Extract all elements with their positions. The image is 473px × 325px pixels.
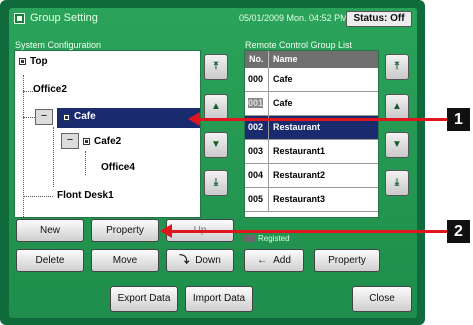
row-no: 005 — [248, 194, 264, 204]
delete-button[interactable]: Delete — [16, 249, 84, 272]
device-frame: Group Setting 05/01/2009 Mon. 04:52 PM S… — [0, 0, 425, 325]
add-button[interactable]: ← Add — [244, 249, 304, 272]
registered-legend: Registed — [258, 234, 290, 243]
tree-item-cafe[interactable]: Cafe — [57, 108, 200, 128]
down-arrow-icon: ⤵ — [179, 255, 190, 266]
tree-item-label: Office2 — [33, 84, 67, 95]
add-button-label: Add — [273, 255, 291, 266]
row-name: Restaurant2 — [273, 170, 326, 180]
export-data-button[interactable]: Export Data — [110, 286, 178, 312]
row-name: Restaurant — [273, 122, 321, 132]
row-name: Cafe — [273, 98, 293, 108]
list-row[interactable]: 004 Restaurant2 — [245, 164, 378, 188]
list-row[interactable]: 001 Cafe — [245, 92, 378, 116]
group-setting-screen: Group Setting 05/01/2009 Mon. 04:52 PM S… — [9, 8, 417, 318]
row-name: Cafe — [273, 74, 293, 84]
column-name-header: Name — [273, 54, 298, 64]
down-button[interactable]: ⤵ Down — [166, 249, 234, 272]
tree-item-office2[interactable]: Office2 — [33, 83, 183, 101]
import-data-button[interactable]: Import Data — [185, 286, 253, 312]
registered-swatch — [244, 235, 256, 242]
remote-control-group-list[interactable]: No. Name 000 Cafe 001 Cafe 002 Restauran… — [244, 50, 379, 218]
collapse-cafe2-button[interactable]: − — [61, 133, 79, 149]
new-button[interactable]: New — [16, 219, 84, 242]
list-scroll-up-button[interactable]: ▲ — [385, 94, 409, 120]
row-name: Restaurant3 — [273, 194, 326, 204]
row-no: 004 — [248, 170, 264, 180]
list-property-button[interactable]: Property — [314, 249, 380, 272]
scroll-up-button[interactable]: ▲ — [204, 94, 228, 120]
tree-item-cafe2[interactable]: Cafe2 — [83, 135, 193, 153]
list-row[interactable]: 005 Restaurant3 — [245, 188, 378, 212]
scroll-down-button[interactable]: ▼ — [204, 132, 228, 158]
tree-item-label: Cafe — [74, 111, 96, 122]
window-title: Group Setting — [30, 12, 98, 24]
callout-2-line — [170, 230, 448, 233]
system-configuration-tree[interactable]: Top Office2 − Cafe − Cafe2 Office4 Flont… — [14, 50, 201, 218]
callout-1-line — [198, 118, 448, 121]
scroll-top-button[interactable]: ⤒ — [204, 54, 228, 80]
datetime: 05/01/2009 Mon. 04:52 PM — [239, 13, 348, 23]
scroll-bottom-button[interactable]: ⤓ — [204, 170, 228, 196]
list-scroll-top-button[interactable]: ⤒ — [385, 54, 409, 80]
remote-control-group-list-label: Remote Control Group List — [245, 40, 353, 50]
folder-node-icon — [63, 114, 70, 121]
list-scroll-down-button[interactable]: ▼ — [385, 132, 409, 158]
tree-item-label: Cafe2 — [94, 136, 122, 147]
list-header: No. Name — [245, 51, 378, 68]
tree-item-label: Office4 — [101, 162, 135, 173]
tree-item-label: Top — [30, 56, 48, 67]
row-no: 000 — [248, 74, 264, 84]
row-no: 002 — [248, 122, 264, 132]
move-button[interactable]: Move — [91, 249, 159, 272]
callout-2-number: 2 — [447, 220, 470, 243]
row-name: Restaurant1 — [273, 146, 326, 156]
list-scroll-bottom-button[interactable]: ⤓ — [385, 170, 409, 196]
row-no: 003 — [248, 146, 264, 156]
title-bar: Group Setting 05/01/2009 Mon. 04:52 PM S… — [9, 8, 417, 30]
folder-node-icon — [19, 58, 26, 65]
list-row[interactable]: 000 Cafe — [245, 68, 378, 92]
window-icon — [14, 13, 25, 24]
tree-item-top[interactable]: Top — [19, 55, 200, 73]
left-arrow-icon: ← — [257, 255, 268, 266]
list-row[interactable]: 003 Restaurant1 — [245, 140, 378, 164]
tree-item-label: Flont Desk1 — [57, 190, 114, 201]
tree-item-flont-desk1[interactable]: Flont Desk1 — [57, 189, 197, 207]
status-badge: Status: Off — [346, 11, 412, 27]
down-button-label: Down — [195, 255, 221, 266]
close-button[interactable]: Close — [352, 286, 412, 312]
property-button[interactable]: Property — [91, 219, 159, 242]
system-configuration-label: System Configuration — [15, 40, 102, 50]
tree-item-office4[interactable]: Office4 — [101, 161, 191, 179]
collapse-cafe-button[interactable]: − — [35, 109, 53, 125]
callout-1-number: 1 — [447, 108, 470, 131]
row-no: 001 — [248, 98, 264, 108]
folder-node-icon — [83, 138, 90, 145]
column-no-header: No. — [249, 54, 264, 64]
